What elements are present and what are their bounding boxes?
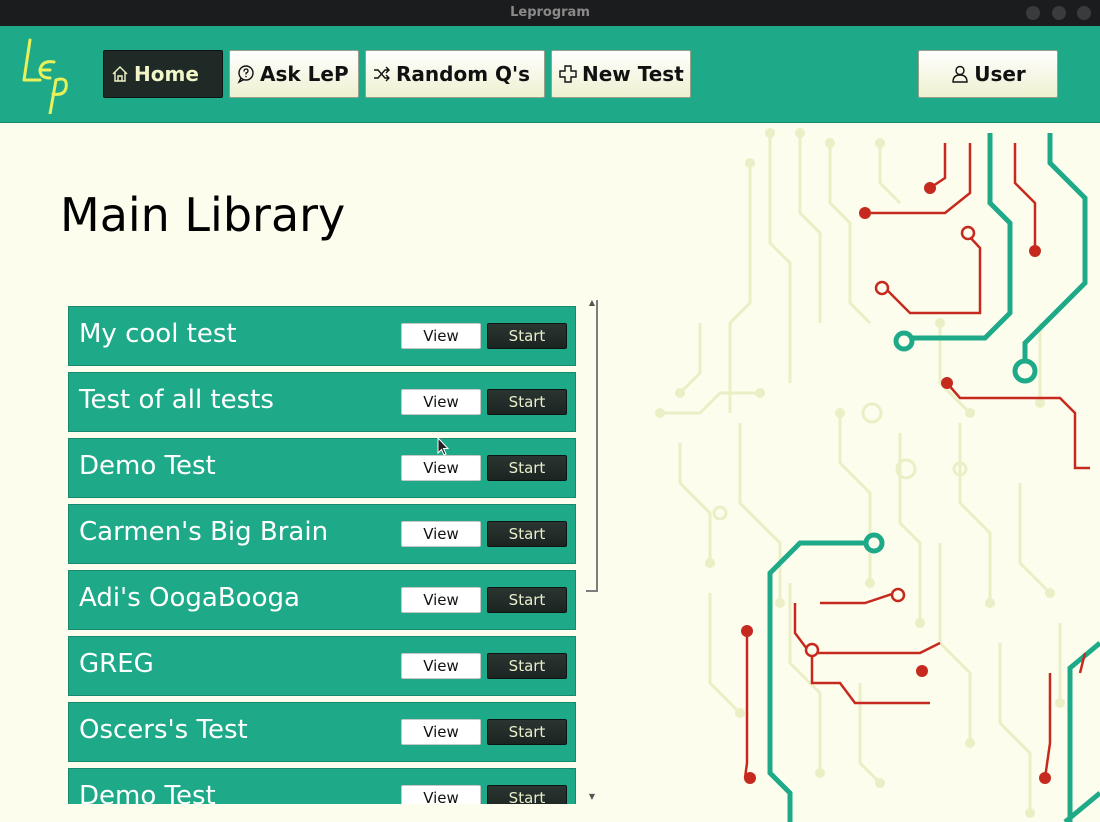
question-bubble-icon <box>236 64 256 84</box>
minimize-button[interactable] <box>1026 6 1040 20</box>
scrollbar-thumb-end[interactable] <box>586 590 598 592</box>
nav-new-test-label: New Test <box>582 62 684 86</box>
shuffle-icon <box>372 64 392 84</box>
test-row: Carmen's Big Brain View Start <box>68 504 576 564</box>
start-button[interactable]: Start <box>487 521 567 547</box>
view-button[interactable]: View <box>401 653 481 679</box>
window-title: Leprogram <box>510 5 590 20</box>
view-button[interactable]: View <box>401 521 481 547</box>
test-row: My cool test View Start <box>68 306 576 366</box>
nav-ask-lep-button[interactable]: Ask LeP <box>229 50 359 98</box>
test-list[interactable]: My cool test View Start Test of all test… <box>68 306 576 804</box>
home-icon <box>110 64 130 84</box>
start-button[interactable]: Start <box>487 323 567 349</box>
scroll-down-arrow-icon[interactable]: ▼ <box>586 792 598 802</box>
nav-home-label: Home <box>134 62 199 86</box>
start-button[interactable]: Start <box>487 719 567 745</box>
start-button[interactable]: Start <box>487 455 567 481</box>
plus-icon <box>558 64 578 84</box>
test-name: Adi's OogaBooga <box>79 583 300 613</box>
app-header: Home Ask LeP Random Q's New Test User <box>0 26 1100 123</box>
start-button[interactable]: Start <box>487 389 567 415</box>
page-title: Main Library <box>60 188 346 242</box>
view-button[interactable]: View <box>401 719 481 745</box>
nav-ask-lep-label: Ask LeP <box>260 62 349 86</box>
view-button[interactable]: View <box>401 323 481 349</box>
user-button[interactable]: User <box>918 50 1058 98</box>
nav-new-test-button[interactable]: New Test <box>551 50 691 98</box>
test-name: GREG <box>79 649 154 679</box>
lep-logo <box>22 38 68 114</box>
test-name: Test of all tests <box>79 385 274 415</box>
view-button[interactable]: View <box>401 389 481 415</box>
view-button[interactable]: View <box>401 785 481 804</box>
nav-home-button[interactable]: Home <box>103 50 223 98</box>
test-name: My cool test <box>79 319 237 349</box>
test-name: Demo Test <box>79 451 216 481</box>
test-row: Demo Test View Start <box>68 768 576 804</box>
start-button[interactable]: Start <box>487 785 567 804</box>
mouse-cursor-icon <box>437 437 449 456</box>
test-name: Demo Test <box>79 781 216 804</box>
test-row: Oscers's Test View Start <box>68 702 576 762</box>
test-row: GREG View Start <box>68 636 576 696</box>
test-name: Carmen's Big Brain <box>79 517 329 547</box>
close-button[interactable] <box>1077 6 1091 20</box>
nav-random-qs-button[interactable]: Random Q's <box>365 50 545 98</box>
test-row: Demo Test View Start <box>68 438 576 498</box>
circuit-background-art <box>655 128 1100 822</box>
start-button[interactable]: Start <box>487 653 567 679</box>
test-name: Oscers's Test <box>79 715 248 745</box>
view-button[interactable]: View <box>401 455 481 481</box>
start-button[interactable]: Start <box>487 587 567 613</box>
user-label: User <box>974 62 1026 86</box>
maximize-button[interactable] <box>1052 6 1066 20</box>
test-row: Test of all tests View Start <box>68 372 576 432</box>
window-titlebar: Leprogram <box>0 0 1100 26</box>
nav-random-qs-label: Random Q's <box>396 62 531 86</box>
test-row: Adi's OogaBooga View Start <box>68 570 576 630</box>
user-icon <box>950 64 970 84</box>
scrollbar[interactable] <box>596 300 598 590</box>
view-button[interactable]: View <box>401 587 481 613</box>
